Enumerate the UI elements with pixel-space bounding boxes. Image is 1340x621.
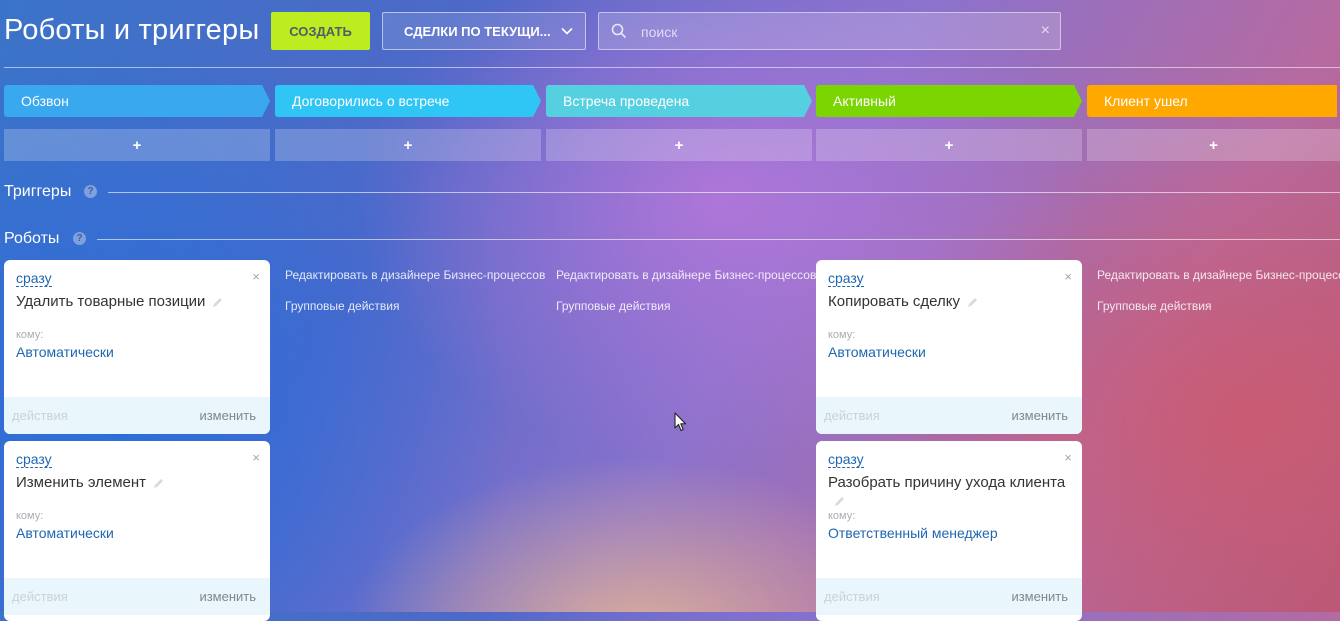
stage-obzvon[interactable]: Обзвон — [4, 85, 270, 117]
triggers-divider — [108, 192, 1340, 193]
stage-meeting-held[interactable]: Встреча проведена — [546, 85, 812, 117]
stage-label: Активный — [833, 93, 896, 109]
robot-actions[interactable]: действия — [824, 408, 880, 423]
robots-heading: Роботы — [4, 230, 60, 247]
stage-meeting-agreed[interactable]: Договорились о встрече — [275, 85, 541, 117]
robot-delay-link[interactable]: сразу — [16, 270, 52, 287]
cursor-icon — [674, 412, 687, 432]
robot-to-label: кому: — [16, 510, 44, 522]
stage-label: Встреча проведена — [563, 93, 690, 109]
robot-delay-link[interactable]: сразу — [16, 451, 52, 468]
robot-card-footer: действия изменить — [816, 578, 1082, 615]
stage-label: Договорились о встрече — [292, 93, 450, 109]
robot-name: Копировать сделку — [828, 293, 1068, 311]
stage-active[interactable]: Активный — [816, 85, 1082, 117]
close-icon[interactable]: × — [252, 450, 260, 465]
stage-client-left[interactable]: Клиент ушел — [1087, 85, 1337, 117]
robot-card-footer: действия изменить — [816, 397, 1082, 434]
robots-divider — [97, 239, 1340, 240]
chevron-down-icon — [561, 27, 573, 35]
robot-to-value[interactable]: Автоматически — [16, 344, 114, 360]
add-trigger-button[interactable]: + — [275, 129, 541, 161]
robot-to-label: кому: — [828, 329, 856, 341]
help-icon[interactable]: ? — [84, 185, 97, 198]
pencil-icon[interactable] — [212, 297, 223, 308]
close-icon[interactable]: × — [1064, 269, 1072, 284]
search-box: × — [598, 12, 1061, 50]
group-actions-link[interactable]: Групповые действия — [1097, 299, 1212, 313]
add-trigger-button[interactable]: + — [4, 129, 270, 161]
robot-card-footer: действия изменить — [4, 578, 270, 615]
filter-dropdown[interactable]: СДЕЛКИ ПО ТЕКУЩИ... — [382, 12, 586, 50]
stage-label: Обзвон — [21, 93, 69, 109]
group-actions-link[interactable]: Групповые действия — [556, 299, 671, 313]
robot-card: сразу × Разобрать причину ухода клиента … — [816, 441, 1082, 621]
stage-label: Клиент ушел — [1104, 93, 1188, 109]
robot-card: сразу × Удалить товарные позиции кому: А… — [4, 260, 270, 434]
header-divider — [4, 67, 1340, 68]
filter-label: СДЕЛКИ ПО ТЕКУЩИ... — [404, 23, 551, 39]
pencil-icon[interactable] — [834, 496, 845, 507]
close-icon[interactable]: × — [252, 269, 260, 284]
designer-link[interactable]: Редактировать в дизайнере Бизнес-процесс… — [1097, 268, 1340, 282]
robot-edit-link[interactable]: изменить — [1011, 408, 1068, 423]
robot-name: Изменить элемент — [16, 474, 256, 492]
pencil-icon[interactable] — [153, 478, 164, 489]
designer-link[interactable]: Редактировать в дизайнере Бизнес-процесс… — [285, 268, 545, 282]
robot-card-footer: действия изменить — [4, 397, 270, 434]
create-button[interactable]: СОЗДАТЬ — [271, 12, 370, 50]
robot-to-label: кому: — [16, 329, 44, 341]
robot-to-value[interactable]: Автоматически — [828, 344, 926, 360]
search-icon — [611, 23, 627, 39]
robot-edit-link[interactable]: изменить — [199, 589, 256, 604]
robot-actions[interactable]: действия — [12, 408, 68, 423]
robot-card: сразу × Изменить элемент кому: Автоматич… — [4, 441, 270, 621]
add-trigger-button[interactable]: + — [546, 129, 812, 161]
robot-card: сразу × Копировать сделку кому: Автомати… — [816, 260, 1082, 434]
help-icon[interactable]: ? — [73, 232, 86, 245]
robot-edit-link[interactable]: изменить — [199, 408, 256, 423]
pencil-icon[interactable] — [967, 297, 978, 308]
robot-delay-link[interactable]: сразу — [828, 451, 864, 468]
robot-to-value[interactable]: Ответственный менеджер — [828, 525, 998, 541]
robot-name: Разобрать причину ухода клиента — [828, 474, 1066, 491]
robot-name-text: Копировать сделку — [828, 293, 961, 310]
close-icon[interactable]: × — [1064, 450, 1072, 465]
group-actions-link[interactable]: Групповые действия — [285, 299, 400, 313]
robot-to-label: кому: — [828, 510, 856, 522]
clear-search-icon[interactable]: × — [1041, 22, 1050, 40]
search-input[interactable] — [639, 21, 1023, 43]
page-title: Роботы и триггеры — [4, 14, 260, 46]
robot-actions[interactable]: действия — [824, 589, 880, 604]
robot-name: Удалить товарные позиции — [16, 293, 256, 311]
robot-name-text: Удалить товарные позиции — [16, 293, 206, 310]
robot-delay-link[interactable]: сразу — [828, 270, 864, 287]
robot-name-text: Изменить элемент — [16, 474, 147, 491]
robot-to-value[interactable]: Автоматически — [16, 525, 114, 541]
triggers-heading: Триггеры — [4, 183, 72, 200]
add-trigger-button[interactable]: + — [1087, 129, 1340, 161]
add-trigger-button[interactable]: + — [816, 129, 1082, 161]
robot-actions[interactable]: действия — [12, 589, 68, 604]
designer-link[interactable]: Редактировать в дизайнере Бизнес-процесс… — [556, 268, 816, 282]
robot-edit-link[interactable]: изменить — [1011, 589, 1068, 604]
